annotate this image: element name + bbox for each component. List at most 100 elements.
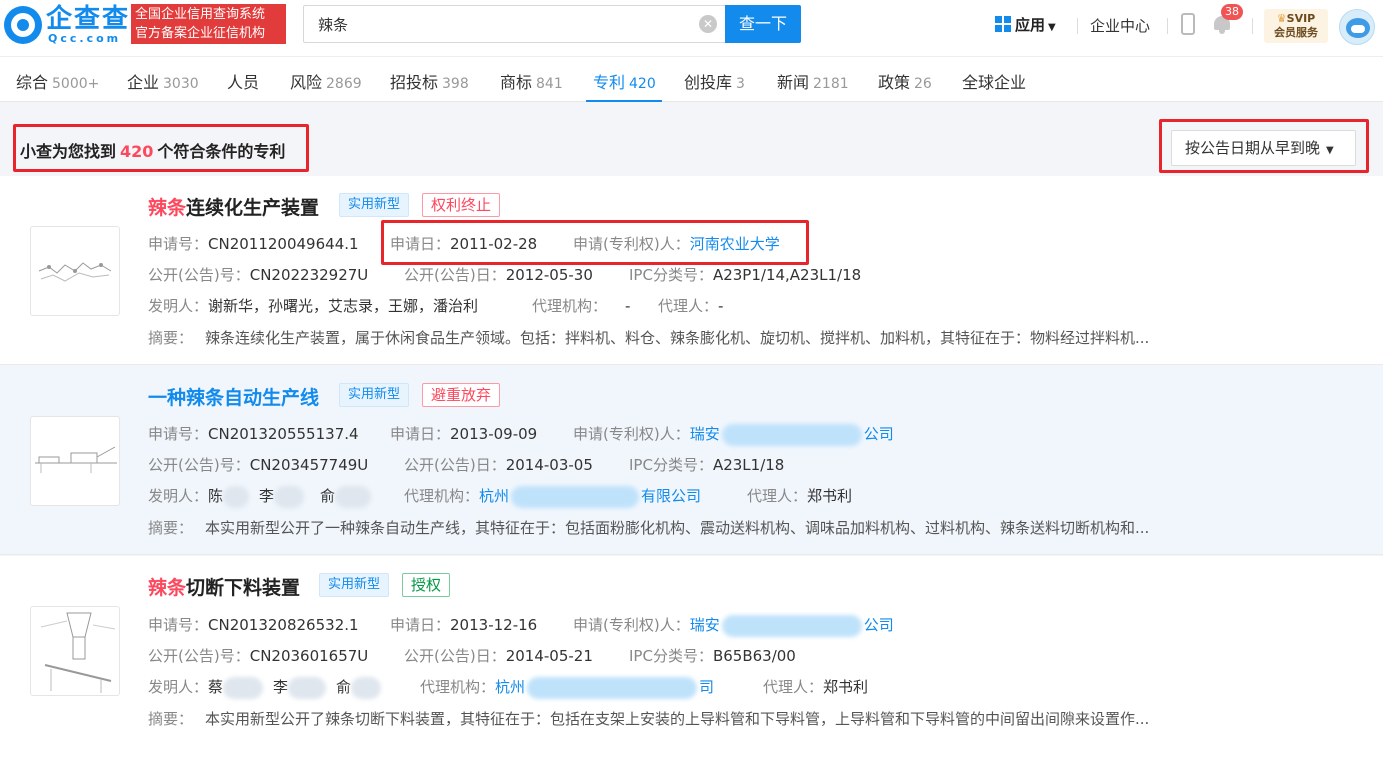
app-date-field: 申请日：2013-09-09 (390, 425, 538, 443)
applicant-field: 申请(专利权)人：瑞安 公司 (573, 423, 894, 446)
logo-domain: Qcc.com (48, 32, 122, 45)
top-header: 企查查 Qcc.com 全国企业信用查询系统 官方备案企业征信机构 ✕ 查一下 … (0, 0, 1383, 56)
tab-policy[interactable]: 政策 26 (878, 69, 932, 93)
applicant-link[interactable]: 瑞安 公司 (690, 614, 894, 637)
tab-comprehensive[interactable]: 综合 5000+ (16, 69, 99, 93)
search-box: ✕ (303, 5, 726, 43)
patent-title[interactable]: 辣条连续化生产装置 (148, 193, 319, 220)
patent-card: 一种辣条自动生产线 实用新型 避重放弃 申请号：CN201320555137.4… (0, 366, 1383, 555)
header-divider (1077, 18, 1078, 34)
active-tab-indicator (586, 100, 662, 102)
patent-type-tag: 实用新型 (339, 383, 410, 407)
pub-date-field: 公开(公告)日：2014-05-21 (404, 647, 593, 665)
redacted-mask (351, 676, 382, 699)
agency-field: 代理机构： - (532, 297, 631, 315)
badge-line-2: 官方备案企业征信机构 (135, 26, 266, 41)
tab-news[interactable]: 新闻 2181 (777, 69, 849, 93)
avatar[interactable] (1339, 9, 1375, 45)
badge-line-1: 全国企业信用查询系统 (135, 7, 266, 22)
redacted-mask (288, 676, 327, 699)
header-divider (1167, 18, 1168, 34)
svip-button[interactable]: ♛SVIP 会员服务 (1264, 9, 1328, 43)
grid-icon (995, 16, 1011, 32)
mobile-app-icon[interactable] (1181, 13, 1195, 35)
agent-field: 代理人：郑书利 (763, 678, 869, 696)
tab-bidding[interactable]: 招投标 398 (390, 69, 469, 93)
annotation-frame (13, 124, 309, 172)
app-no-field: 申请号：CN201120049644.1 (148, 235, 359, 253)
app-date-field: 申请日：2013-12-16 (390, 616, 538, 634)
status-badge: 授权 (402, 573, 451, 597)
redacted-mask (223, 676, 264, 699)
redacted-mask (511, 485, 640, 508)
redacted-mask (274, 485, 305, 508)
annotation-frame (1159, 119, 1369, 173)
tab-patent[interactable]: 专利 420 (593, 69, 656, 93)
category-tabs: 综合 5000+ 企业 3030 人员 风险 2869 招投标 398 商标 841 专利… (0, 56, 1383, 102)
pub-no-field: 公开(公告)号：CN203601657U (148, 647, 369, 665)
logo-name: 企查查 (46, 4, 131, 34)
redacted-mask (335, 485, 372, 508)
status-badge: 权利终止 (422, 193, 501, 217)
tab-venture[interactable]: 创投库 3 (684, 69, 745, 93)
pub-no-field: 公开(公告)号：CN203457749U (148, 456, 369, 474)
redacted-mask (223, 485, 250, 508)
agency-field: 代理机构：杭州 有限公司 (404, 485, 701, 508)
svip-label: ♛SVIP (1276, 12, 1316, 25)
patent-card: 辣条切断下料装置 实用新型 授权 申请号：CN201320826532.1 申请… (0, 556, 1383, 766)
ipc-field: IPC分类号：A23P1/14,A23L1/18 (629, 266, 862, 284)
patent-title[interactable]: 辣条切断下料装置 (148, 573, 300, 600)
redacted-mask (721, 614, 862, 637)
patent-type-tag: 实用新型 (339, 193, 410, 217)
patent-title[interactable]: 一种辣条自动生产线 (148, 383, 319, 410)
applicant-field: 申请(专利权)人：瑞安 公司 (573, 614, 894, 637)
pub-date-field: 公开(公告)日：2014-03-05 (404, 456, 593, 474)
app-no-field: 申请号：CN201320826532.1 (148, 616, 359, 634)
official-badge: 全国企业信用查询系统 官方备案企业征信机构 (131, 4, 286, 44)
logo-icon (4, 6, 42, 44)
pub-no-field: 公开(公告)号：CN202232927U (148, 266, 369, 284)
agency-link[interactable]: 杭州司 (495, 676, 714, 699)
machine-diagram-icon (35, 446, 117, 473)
abstract-text: 摘要： 辣条连续化生产装置，属于休闲食品生产领域。包括：拌料机、料仓、辣条膨化机、… (148, 329, 1150, 347)
agency-link[interactable]: 杭州 有限公司 (479, 485, 701, 508)
inventor-field: 发明人：陈李俞 (148, 485, 372, 508)
agent-field: 代理人：- (658, 297, 724, 315)
search-input[interactable] (304, 6, 674, 42)
redacted-mask (721, 423, 862, 446)
applicant-link[interactable]: 瑞安 公司 (690, 423, 894, 446)
ipc-field: IPC分类号：A23L1/18 (629, 456, 785, 474)
search-button[interactable]: 查一下 (725, 5, 801, 43)
qcc-logo[interactable]: 企查查 Qcc.com (4, 4, 130, 46)
patent-type-tag: 实用新型 (319, 573, 390, 597)
abstract-text: 摘要： 本实用新型公开了辣条切断下料装置，其特征在于：包括在支架上安装的上导料管和… (148, 710, 1150, 728)
status-badge: 避重放弃 (422, 383, 501, 407)
svip-sub: 会员服务 (1274, 26, 1318, 39)
tab-global[interactable]: 全球企业 (962, 69, 1026, 93)
tab-trademark[interactable]: 商标 841 (500, 69, 563, 93)
abstract-text: 摘要： 本实用新型公开了一种辣条自动生产线，其特征在于：包括面粉膨化机构、震动送料… (148, 519, 1150, 537)
caret-down-icon: ▼ (1048, 22, 1056, 33)
enterprise-center-link[interactable]: 企业中心 (1090, 15, 1150, 36)
ipc-field: IPC分类号：B65B63/00 (629, 647, 796, 665)
header-divider (1252, 18, 1253, 34)
patent-thumbnail[interactable] (30, 226, 120, 316)
notification-count: 38 (1221, 4, 1243, 20)
machine-diagram-icon (40, 612, 116, 693)
app-no-field: 申请号：CN201320555137.4 (148, 425, 359, 443)
agent-field: 代理人：郑书利 (747, 487, 853, 505)
machine-diagram-icon (38, 262, 112, 282)
clear-icon[interactable]: ✕ (699, 15, 717, 33)
tab-enterprise[interactable]: 企业 3030 (127, 69, 199, 93)
agency-field: 代理机构：杭州司 (420, 676, 714, 699)
tab-people[interactable]: 人员 (227, 69, 259, 93)
redacted-mask (527, 676, 698, 699)
annotation-frame (381, 220, 809, 265)
tab-risk[interactable]: 风险 2869 (290, 69, 362, 93)
apps-menu[interactable]: 应用 ▼ (995, 14, 1056, 35)
inventor-field: 发明人：蔡李俞 (148, 676, 382, 699)
patent-thumbnail[interactable] (30, 416, 120, 506)
patent-card: 辣条连续化生产装置 实用新型 权利终止 申请号：CN201120049644.1… (0, 176, 1383, 365)
apps-label: 应用 (1015, 16, 1046, 34)
patent-thumbnail[interactable] (30, 606, 120, 696)
